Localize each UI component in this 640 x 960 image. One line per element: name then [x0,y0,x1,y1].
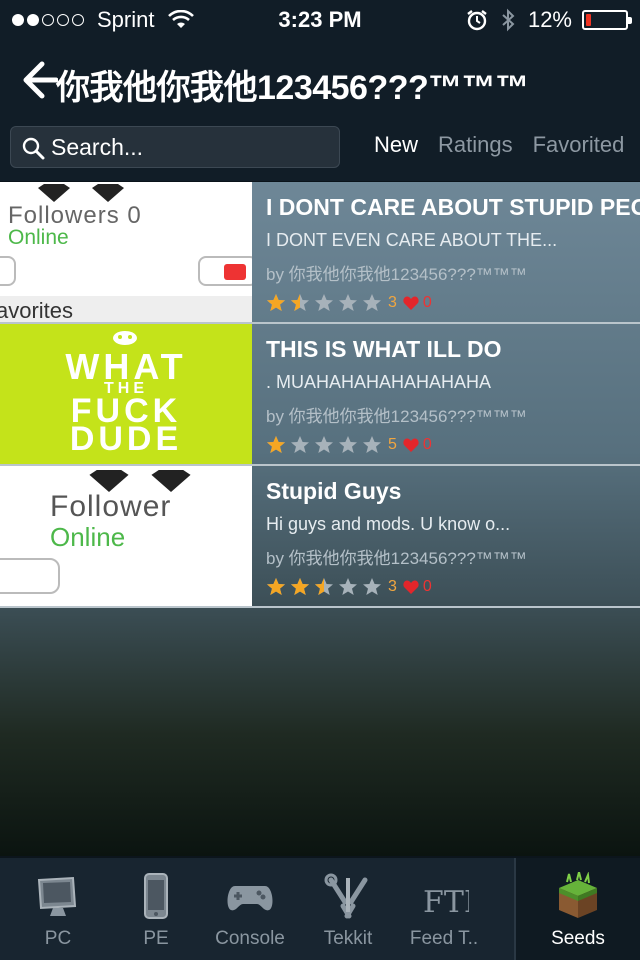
tab-tekkit[interactable]: Tekkit [298,858,398,960]
thumb-text: Online [8,226,69,249]
alarm-icon [467,10,487,31]
star-filled-icon [267,578,285,595]
star-rating: 30 [266,577,640,597]
rating-count: 5 [388,436,397,453]
seed-thumbnail: Follower Online [0,466,252,606]
star-rating: 50 [266,435,640,455]
monitor-icon [37,876,77,916]
list-item[interactable]: WHAT THE FUCK DUDE THIS IS WHAT ILL DO .… [0,324,640,466]
svg-text:FTB: FTB [423,885,469,920]
gamepad-icon [227,886,273,911]
seed-author: by 你我他你我他123456???™™™ [266,265,527,284]
seed-thumbnail: WHAT THE FUCK DUDE [0,324,252,464]
search-icon [22,137,45,160]
star-rating: 30 [266,293,640,313]
thumb-text: Follower [50,490,172,523]
battery-icon [582,10,632,30]
tab-console[interactable]: Console [200,858,300,960]
tab-feed-the-beast[interactable]: FTB Feed T.. [394,858,494,960]
thumb-text: Online [50,522,126,552]
heart-icon [403,438,419,452]
star-empty-icon [315,436,333,453]
thumb-text: avorites [0,298,74,322]
filter-bar: New Ratings Favorited [0,120,640,182]
battery-percent: 12% [527,7,572,32]
star-empty-icon [363,436,381,453]
bluetooth-icon [502,8,515,32]
search-input[interactable] [51,127,331,167]
heart-icon [403,296,419,310]
list-item[interactable]: Followers 0 Online avorites I DONT CARE … [0,182,640,324]
phone-icon [144,873,168,919]
diamond-icon [151,470,191,492]
sort-tab-new[interactable]: New [374,132,418,158]
star-half-icon [291,294,309,311]
back-arrow-icon[interactable] [22,60,58,100]
star-filled-icon [291,578,309,595]
seed-thumbnail: Followers 0 Online avorites [0,182,252,322]
star-empty-icon [339,294,357,311]
seed-author: by 你我他你我他123456???™™™ [266,407,527,426]
rating-count: 3 [388,578,397,595]
star-filled-icon [267,294,285,311]
star-empty-icon [339,578,357,595]
list-item[interactable]: Follower Online Stupid Guys Hi guys and … [0,466,640,608]
seed-list[interactable]: Followers 0 Online avorites I DONT CARE … [0,182,640,856]
sort-tab-ratings[interactable]: Ratings [438,132,513,158]
tab-bar: PC PE Console Tekkit FTB Feed T.. [0,856,640,960]
thumb-text: DUDE [69,420,183,458]
diamond-icon [89,470,129,492]
mask-icon [113,331,137,345]
page-title: 你我他你我他123456???™™™ [56,69,529,107]
tab-label: Tekkit [323,928,373,949]
star-empty-icon [291,436,309,453]
seed-title: THIS IS WHAT ILL DO [266,336,502,362]
tab-seeds[interactable]: Seeds [514,858,640,960]
search-box[interactable] [10,126,340,168]
sort-tabs: New Ratings Favorited [374,132,640,158]
favorite-count: 0 [422,436,432,453]
tab-label: Feed T.. [409,928,479,949]
star-half-icon [315,578,333,595]
seed-description: Hi guys and mods. U know o... [266,514,511,534]
grass-block-icon [559,872,597,918]
heart-icon [403,580,419,594]
star-empty-icon [339,436,357,453]
tab-label: PE [143,928,169,949]
favorite-count: 0 [422,294,432,311]
status-bar: Sprint 3:23 PM 12% [0,0,640,40]
star-empty-icon [315,294,333,311]
tab-label: Seeds [551,928,605,949]
diamond-icon [92,184,124,202]
tab-label: Console [215,928,285,949]
seed-description: . MUAHAHAHAHAHAHAHA [266,372,492,392]
rating-count: 3 [388,294,397,311]
star-empty-icon [363,578,381,595]
tab-pe[interactable]: PE [98,858,214,960]
diamond-icon [38,184,70,202]
tab-label: PC [44,928,72,949]
star-filled-icon [267,436,285,453]
seed-author: by 你我他你我他123456???™™™ [266,549,527,568]
favorite-count: 0 [422,578,432,595]
seed-title: Stupid Guys [266,478,402,504]
sort-tab-favorited[interactable]: Favorited [533,132,625,158]
navigation-bar: 你我他你我他123456???™™™ [0,40,640,120]
star-empty-icon [363,294,381,311]
tools-icon [324,873,368,919]
seed-description: I DONT EVEN CARE ABOUT THE... [266,230,558,250]
seed-title: I DONT CARE ABOUT STUPID PEOPLE [266,194,640,220]
ftb-logo-icon: FTB [423,885,469,920]
